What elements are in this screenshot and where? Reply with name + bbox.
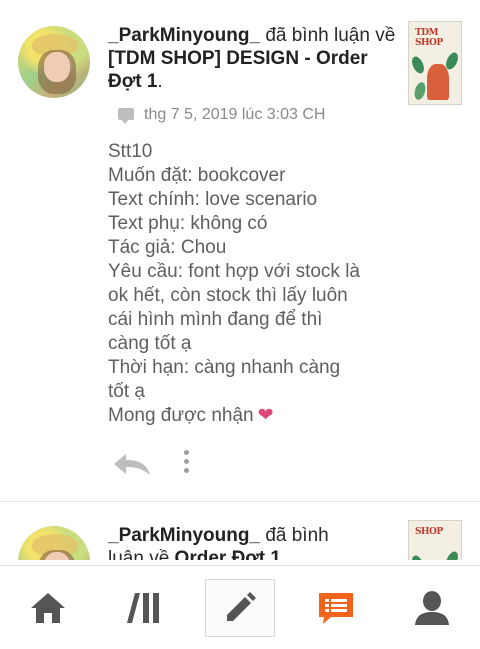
user-avatar[interactable] xyxy=(18,526,90,560)
comment-line: Mong được nhận ❤ xyxy=(108,405,274,426)
home-icon xyxy=(31,593,65,623)
reply-icon[interactable] xyxy=(112,452,152,476)
comment-text: Stt10 Muốn đặt: bookcover Text chính: lo… xyxy=(108,140,408,428)
comment-line: càng tốt ạ xyxy=(108,333,192,354)
library-icon xyxy=(127,593,159,623)
comment-line: Tác giả: Chou xyxy=(108,237,227,258)
username-link[interactable]: _ParkMinyoung_ xyxy=(108,25,260,46)
heart-emoji: ❤ xyxy=(257,405,274,426)
story-cover-thumbnail[interactable]: SHOP xyxy=(408,520,462,560)
comment-bubble-icon xyxy=(118,107,134,124)
comment-line: tốt ạ xyxy=(108,381,145,402)
more-options-icon[interactable] xyxy=(182,450,190,476)
comment-line: ok hết, còn stock thì lấy luôn xyxy=(108,285,348,306)
comment-line: cái hình mình đang để thì xyxy=(108,309,323,330)
story-title-link[interactable]: Order Đợt 1 xyxy=(175,548,281,560)
story-cover-thumbnail[interactable]: TDM SHOP xyxy=(408,21,462,105)
comment-line: Muốn đặt: bookcover xyxy=(108,165,286,186)
story-title-link[interactable]: [TDM SHOP] DESIGN - Order Đợt 1 xyxy=(108,48,368,92)
notification-headline[interactable]: _ParkMinyoung_ đã bình luận về [TDM SHOP… xyxy=(108,24,398,93)
comment-line: Yêu cầu: font hợp với stock là xyxy=(108,261,360,282)
comment-line: Text chính: love scenario xyxy=(108,189,318,210)
nav-notifications[interactable] xyxy=(288,566,384,649)
thumb-text: TDM SHOP xyxy=(415,28,443,48)
notification-item[interactable]: _ParkMinyoung_ đã bình luận về Order Đợt… xyxy=(0,502,480,560)
notifications-icon xyxy=(319,593,353,624)
thumb-text: SHOP xyxy=(415,527,443,537)
comment-line: Thời hạn: càng nhanh càng xyxy=(108,357,341,378)
pencil-icon xyxy=(227,592,256,621)
comment-line: Stt10 xyxy=(108,141,153,162)
nav-profile[interactable] xyxy=(384,566,480,649)
notification-feed[interactable]: _ParkMinyoung_ đã bình luận về [TDM SHOP… xyxy=(0,0,480,560)
bottom-navigation-bar xyxy=(0,565,480,649)
nav-home[interactable] xyxy=(0,566,96,649)
username-link[interactable]: _ParkMinyoung_ xyxy=(108,525,260,546)
notification-headline[interactable]: _ParkMinyoung_ đã bình luận về Order Đợt… xyxy=(108,524,398,560)
nav-library[interactable] xyxy=(96,566,192,649)
comment-meta: thg 7 5, 2019 lúc 3:03 CH xyxy=(118,106,325,124)
notification-item[interactable]: _ParkMinyoung_ đã bình luận về [TDM SHOP… xyxy=(0,0,480,502)
nav-write[interactable] xyxy=(205,579,275,637)
user-avatar[interactable] xyxy=(18,26,90,98)
profile-icon xyxy=(415,591,449,625)
comment-line: Text phụ: không có xyxy=(108,213,268,234)
timestamp: thg 7 5, 2019 lúc 3:03 CH xyxy=(144,106,326,123)
action-text: đã bình luận về xyxy=(260,25,396,46)
